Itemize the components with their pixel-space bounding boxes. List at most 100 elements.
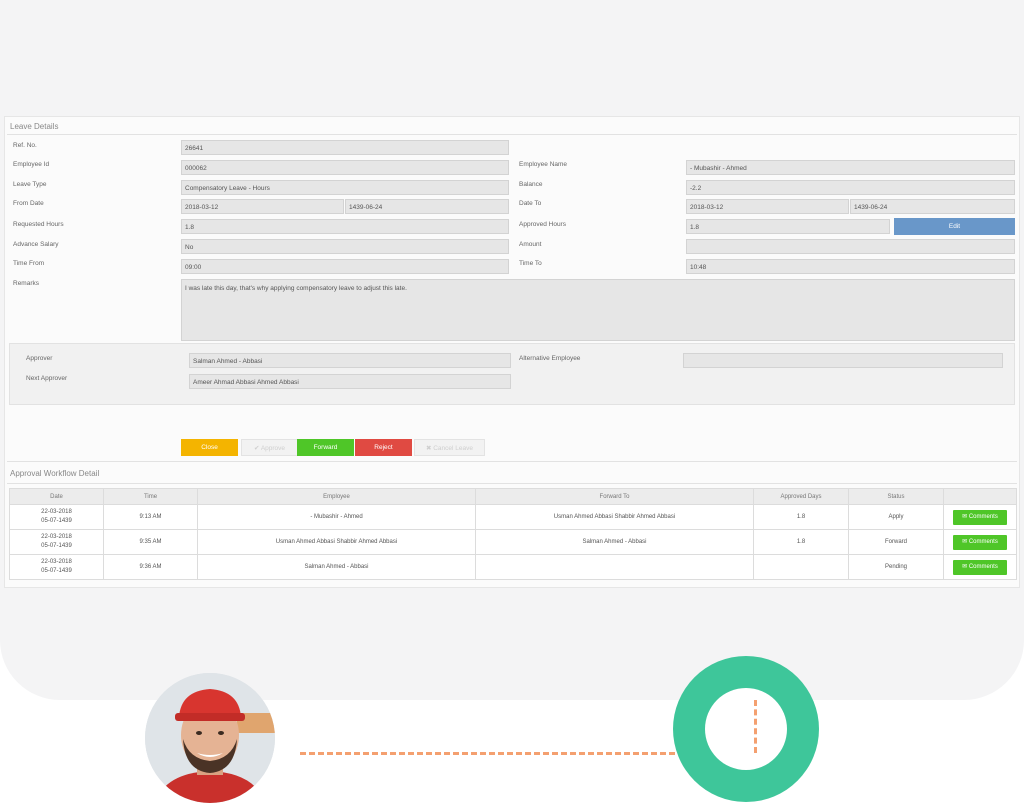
employee-cell: Usman Ahmed Abbasi Shabbir Ahmed Abbasi [197,529,476,555]
employee-cell: Salman Ahmed - Abbasi [197,554,476,580]
forward-to-cell: Salman Ahmed - Abbasi [475,529,754,555]
col-time: Time [103,488,198,505]
comments-label: Comments [968,563,998,570]
col-actions [943,488,1017,505]
time-from-field[interactable]: 09:00 [181,259,509,274]
table-row: 22-03-2018 05-07-1439 9:35 AM Usman Ahmed… [9,529,1017,555]
approved-days-cell: 1.8 [753,529,849,555]
remarks-label: Remarks [13,280,40,287]
comment-icon: ✉ [962,538,968,545]
employee-name-label: Employee Name [519,161,568,168]
edit-button[interactable]: Edit [894,218,1015,235]
balance-label: Balance [519,181,543,188]
comments-label: Comments [968,538,998,545]
date-to-hijri-field[interactable]: 1439-06-24 [850,199,1015,214]
ref-no-label: Ref. No. [13,142,37,149]
approved-hours-label: Approved Hours [519,221,566,228]
approver-section: Approver Salman Ahmed - Abbasi Next Appr… [9,343,1015,405]
time-cell: 9:13 AM [103,504,198,530]
employee-id-label: Employee Id [13,161,50,168]
approver-label: Approver [26,355,53,362]
date-cell: 22-03-2018 05-07-1439 [9,529,104,555]
user-avatar [145,673,275,803]
divider [7,461,1017,462]
table-header-row: Date Time Employee Forward To Approved D… [9,488,1017,505]
cancel-leave-button[interactable]: ✖ Cancel Leave [414,439,485,456]
advance-salary-field[interactable]: No [181,239,509,254]
approved-days-cell [753,554,849,580]
comment-icon: ✉ [962,513,968,520]
actions-cell: ✉ Comments [943,504,1017,530]
ring-center [705,688,787,770]
from-date-label: From Date [13,200,44,207]
from-date-hijri-field[interactable]: 1439-06-24 [345,199,509,214]
table-row: 22-03-2018 05-07-1439 9:36 AM Salman Ahme… [9,554,1017,580]
date-to-label: Date To [519,200,542,207]
date-to-field[interactable]: 2018-03-12 [686,199,849,214]
employee-cell: - Mubashir - Ahmed [197,504,476,530]
forward-to-cell: Usman Ahmed Abbasi Shabbir Ahmed Abbasi [475,504,754,530]
hijri-date-text: 05-07-1439 [41,518,72,524]
actions-cell: ✉ Comments [943,554,1017,580]
workflow-table: Date Time Employee Forward To Approved D… [9,488,1017,580]
date-text: 22-03-2018 [41,509,72,515]
leave-details-title: Leave Details [10,122,59,131]
employee-name-field[interactable]: - Mubashir - Ahmed [686,160,1015,175]
comments-button[interactable]: ✉ Comments [953,509,1007,525]
person-illustration [145,673,275,803]
time-cell: 9:36 AM [103,554,198,580]
table-row: 22-03-2018 05-07-1439 9:13 AM - Mubashir … [9,504,1017,530]
requested-hours-field[interactable]: 1.8 [181,219,509,234]
hijri-date-text: 05-07-1439 [41,568,72,574]
approved-hours-field[interactable]: 1.8 [686,219,890,234]
close-button[interactable]: Close [181,439,238,456]
workflow-title: Approval Workflow Detail [10,469,100,478]
comment-icon: ✉ [962,563,968,570]
divider [7,483,1017,484]
from-date-field[interactable]: 2018-03-12 [181,199,344,214]
time-to-field[interactable]: 10:48 [686,259,1015,274]
actions-cell: ✉ Comments [943,529,1017,555]
col-approved-days: Approved Days [753,488,849,505]
approved-days-cell: 1.8 [753,504,849,530]
col-date: Date [9,488,104,505]
date-cell: 22-03-2018 05-07-1439 [9,554,104,580]
time-cell: 9:35 AM [103,529,198,555]
time-to-label: Time To [519,260,542,267]
reject-button[interactable]: Reject [355,439,412,456]
approve-button[interactable]: ✔ Approve [241,439,298,456]
amount-field[interactable] [686,239,1015,254]
approver-field[interactable]: Salman Ahmed - Abbasi [189,353,511,368]
employee-id-field[interactable]: 000062 [181,160,509,175]
status-cell: Forward [848,529,944,555]
dashed-connector-vertical [754,700,757,753]
col-status: Status [848,488,944,505]
forward-to-cell [475,554,754,580]
comments-label: Comments [968,513,998,520]
time-from-label: Time From [13,260,45,267]
date-text: 22-03-2018 [41,559,72,565]
hijri-date-text: 05-07-1439 [41,543,72,549]
comments-button[interactable]: ✉ Comments [953,534,1007,550]
next-approver-field[interactable]: Ameer Ahmad Abbasi Ahmed Abbasi [189,374,511,389]
date-cell: 22-03-2018 05-07-1439 [9,504,104,530]
status-cell: Pending [848,554,944,580]
divider [7,134,1017,135]
next-approver-label: Next Approver [26,375,68,382]
forward-button[interactable]: Forward [297,439,354,456]
amount-label: Amount [519,241,542,248]
advance-salary-label: Advance Salary [13,241,59,248]
remarks-textarea[interactable]: I was late this day, that's why applying… [181,279,1015,341]
alternative-employee-field[interactable] [683,353,1003,368]
alternative-employee-label: Alternative Employee [519,355,581,362]
col-forward-to: Forward To [475,488,754,505]
leave-type-field[interactable]: Compensatory Leave - Hours [181,180,509,195]
comments-button[interactable]: ✉ Comments [953,559,1007,575]
status-cell: Apply [848,504,944,530]
requested-hours-label: Requested Hours [13,221,64,228]
ref-no-field[interactable]: 26641 [181,140,509,155]
balance-field[interactable]: -2.2 [686,180,1015,195]
col-employee: Employee [197,488,476,505]
leave-form-panel: Leave Details Ref. No. 26641 Employee Id… [4,116,1020,588]
leave-type-label: Leave Type [13,181,47,188]
